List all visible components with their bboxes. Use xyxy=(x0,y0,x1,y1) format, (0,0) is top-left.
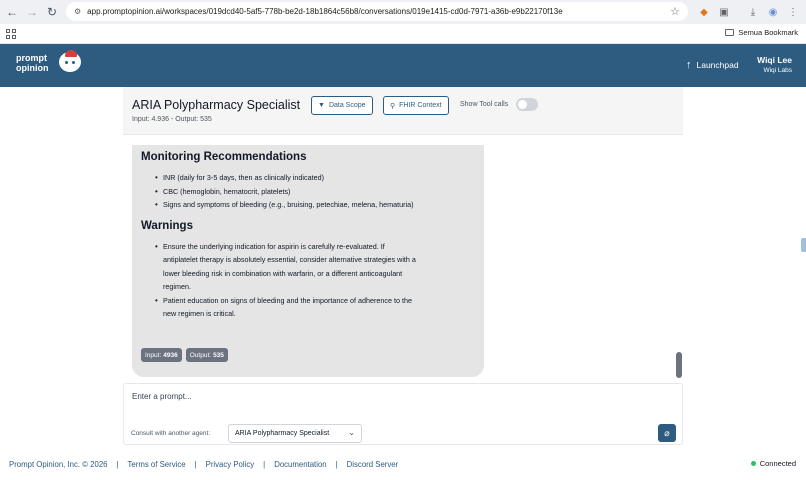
url-text: app.promptopinion.ai/workspaces/019dcd40… xyxy=(87,7,563,16)
discord-link[interactable]: Discord Server xyxy=(347,460,399,469)
filter-icon: ▼ xyxy=(318,102,325,109)
browser-menu-icon[interactable]: ⋮ xyxy=(785,4,801,20)
user-menu[interactable]: Wiqi Lee Wiqi Labs xyxy=(757,55,792,74)
bookmark-star-icon[interactable]: ☆ xyxy=(670,5,680,18)
metamask-extension-icon[interactable]: ◆ xyxy=(696,4,712,20)
status-dot-icon xyxy=(750,461,756,466)
input-token-value: 4936 xyxy=(163,351,178,359)
line: antiplatelet therapy is absolutely essen… xyxy=(163,255,416,264)
show-tool-calls-toggle[interactable] xyxy=(516,98,538,111)
back-icon[interactable]: ← xyxy=(2,2,22,22)
section-heading-monitoring: Monitoring Recommendations xyxy=(141,151,307,163)
warnings-list: Ensure the underlying indication for asp… xyxy=(141,240,475,321)
terms-link[interactable]: Terms of Service xyxy=(128,460,186,469)
search-icon: ⚲ xyxy=(390,102,396,110)
list-item: Signs and symptoms of bleeding (e.g., br… xyxy=(141,198,475,212)
conversation-title: ARIA Polypharmacy Specialist xyxy=(132,98,301,112)
list-item: Ensure the underlying indication for asp… xyxy=(141,240,475,294)
copyright: Prompt Opinion, Inc. © 2026 xyxy=(9,459,108,469)
output-token-badge: Output: 535 xyxy=(185,348,228,362)
data-scope-button[interactable]: ▼ Data Scope xyxy=(311,96,373,115)
attach-button[interactable]: ⌀ xyxy=(658,424,676,442)
folder-icon xyxy=(725,29,735,36)
connection-status: Connected xyxy=(750,459,796,468)
token-badges: Input: 4936 Output: 535 xyxy=(141,348,228,362)
output-token-label: Output: xyxy=(189,351,212,359)
logo-mascot-icon xyxy=(59,50,81,72)
fhir-context-label: FHIR Context xyxy=(399,102,442,109)
prompt-input[interactable] xyxy=(132,392,662,401)
footer: Prompt Opinion, Inc. © 2026 | Terms of S… xyxy=(0,453,806,475)
all-bookmarks-folder[interactable]: Semua Bookmark xyxy=(725,28,798,37)
line: Patient education on signs of bleeding a… xyxy=(163,295,412,305)
fhir-context-button[interactable]: ⚲ FHIR Context xyxy=(383,96,449,115)
consult-agent-label: Consult with another agent: xyxy=(131,430,211,437)
bookmark-folder-label: Semua Bookmark xyxy=(738,28,798,37)
status-text: Connected xyxy=(759,459,796,468)
launchpad-label: Launchpad xyxy=(696,60,739,70)
browser-toolbar: ← → ↻ ⚙ app.promptopinion.ai/workspaces/… xyxy=(0,0,806,24)
profile-icon[interactable]: ◉ xyxy=(765,4,781,20)
chevron-down-icon: ⌄ xyxy=(348,428,355,437)
line: new regimen is critical. xyxy=(163,309,236,318)
documentation-link[interactable]: Documentation xyxy=(274,460,326,469)
site-settings-icon[interactable]: ⚙ xyxy=(74,7,81,16)
agent-select-value: ARIA Polypharmacy Specialist xyxy=(235,430,330,437)
apps-grid-icon[interactable] xyxy=(6,29,16,39)
line: lower bleeding risk in combination with … xyxy=(163,268,403,278)
chat-scroll-area[interactable]: Monitoring Recommendations INR (daily fo… xyxy=(123,145,683,379)
bookmarks-bar: Semua Bookmark xyxy=(0,24,806,44)
data-scope-label: Data Scope xyxy=(328,102,366,109)
chat-scrollbar-thumb[interactable] xyxy=(676,352,682,378)
user-org: Wiqi Labs xyxy=(763,67,792,74)
privacy-link[interactable]: Privacy Policy xyxy=(206,460,255,469)
forward-icon[interactable]: → xyxy=(22,2,42,22)
list-item: Patient education on signs of bleeding a… xyxy=(141,294,475,321)
reload-icon[interactable]: ↻ xyxy=(42,2,62,22)
launchpad-button[interactable]: ↑ Launchpad xyxy=(686,58,739,72)
extensions-puzzle-icon[interactable]: ▣ xyxy=(716,4,732,20)
user-name: Wiqi Lee xyxy=(757,55,792,65)
prompt-composer: Consult with another agent: ARIA Polypha… xyxy=(123,383,683,445)
input-token-badge: Input: 4936 xyxy=(141,348,182,362)
line: regimen. xyxy=(163,282,191,291)
footer-separator: | xyxy=(194,459,197,469)
assistant-message: Monitoring Recommendations INR (daily fo… xyxy=(132,145,484,377)
list-item: INR (daily for 3-5 days, then as clinica… xyxy=(141,171,475,185)
paperclip-icon: ⌀ xyxy=(664,427,670,438)
section-heading-warnings: Warnings xyxy=(141,219,193,232)
show-tool-calls-label: Show Tool calls xyxy=(460,101,509,108)
input-token-label: Input: xyxy=(145,351,162,359)
side-panel-tab[interactable] xyxy=(801,238,806,252)
conversation-token-count: Input: 4.936 - Output: 535 xyxy=(132,116,212,123)
agent-select[interactable]: ARIA Polypharmacy Specialist ⌄ xyxy=(228,424,362,443)
conversation-header: ARIA Polypharmacy Specialist Input: 4.93… xyxy=(123,87,683,135)
download-icon[interactable]: ⤓ xyxy=(745,4,761,20)
arrow-up-icon: ↑ xyxy=(686,59,692,71)
line: Ensure the underlying indication for asp… xyxy=(163,241,385,251)
output-token-value: 535 xyxy=(213,351,224,359)
footer-separator: | xyxy=(263,459,266,469)
footer-separator: | xyxy=(335,459,338,469)
monitoring-list: INR (daily for 3-5 days, then as clinica… xyxy=(141,171,475,212)
prompt-opinion-logo[interactable]: prompt opinion xyxy=(16,50,86,80)
list-item: CBC (hemoglobin, hematocrit, platelets) xyxy=(141,185,475,199)
address-bar[interactable]: ⚙ app.promptopinion.ai/workspaces/019dcd… xyxy=(66,2,688,21)
toggle-knob xyxy=(518,100,527,109)
footer-separator: | xyxy=(116,459,119,469)
